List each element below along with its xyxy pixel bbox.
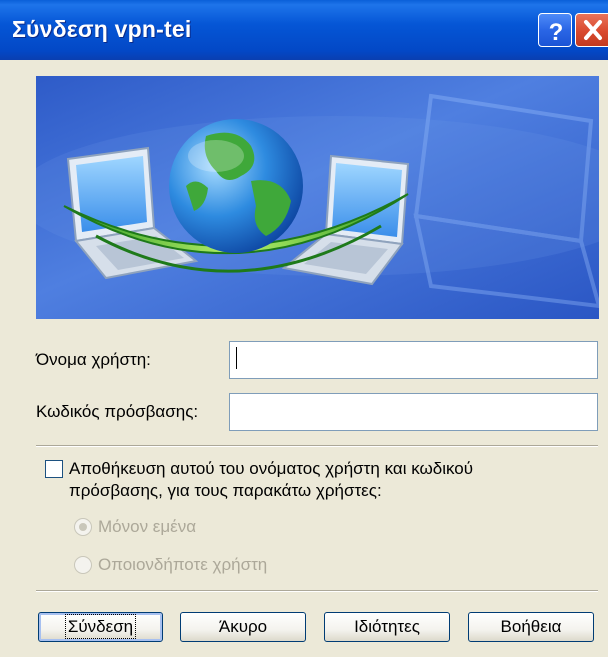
vpn-connect-dialog: Σύνδεση vpn-tei ? Όνομα χρήστη: Κωδικός … [0,0,608,657]
globe-icon [169,119,303,253]
username-label: Όνομα χρήστη: [36,350,151,369]
properties-button[interactable]: Ιδιότητες [324,612,450,642]
password-input[interactable] [229,393,598,431]
connect-button-label: Σύνδεση [64,614,137,639]
cancel-button[interactable]: Άκυρο [180,612,306,642]
window-title: Σύνδεση vpn-tei [12,16,192,42]
radio-any-user-label: Οποιονδήποτε χρήστη [98,555,268,574]
title-bar[interactable]: Σύνδεση vpn-tei ? [0,0,608,60]
svg-text:?: ? [549,19,564,46]
close-button[interactable] [575,13,608,47]
help-title-button[interactable]: ? [538,13,572,47]
close-x-icon [584,20,602,40]
radio-selected-dot [79,523,87,531]
network-banner-image [36,76,599,319]
password-label: Κωδικός πρόσβασης: [36,402,199,421]
radio-only-me-label: Μόνον εμένα [98,517,197,536]
radio-only-me[interactable] [74,518,92,536]
question-mark-icon: ? [549,19,564,46]
cancel-button-label: Άκυρο [218,617,268,636]
properties-button-label: Ιδιότητες [354,617,420,636]
text-caret [236,347,237,369]
radio-any-user[interactable] [74,556,92,574]
separator-bottom [36,590,598,592]
save-credentials-label: Αποθήκευση αυτού του ονόματος χρήστη και… [69,459,474,500]
help-button-label: Βοήθεια [500,617,562,636]
separator-top [36,445,598,447]
help-button[interactable]: Βοήθεια [468,612,594,642]
connect-button[interactable]: Σύνδεση [38,612,163,642]
save-credentials-checkbox[interactable] [45,460,63,478]
username-input[interactable] [229,341,598,379]
